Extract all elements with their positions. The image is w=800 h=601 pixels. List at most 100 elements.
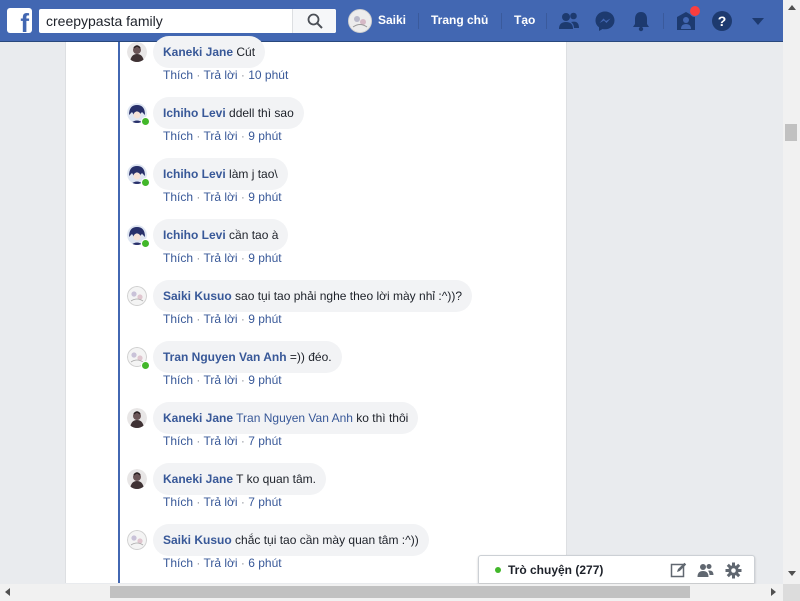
horizontal-scrollbar[interactable] [0,584,783,601]
comment-author[interactable]: Kaneki Jane [163,411,233,425]
like-link[interactable]: Thích [163,68,193,82]
like-link[interactable]: Thích [163,190,193,204]
reply-link[interactable]: Trả lời [203,312,237,326]
comment-text: chắc tụi tao cần mày quan tâm :^)) [235,533,419,547]
like-link[interactable]: Thích [163,129,193,143]
search-button[interactable] [292,9,336,33]
comment-actions: Thích · Trả lời · 9 phút [163,190,282,204]
settings-icon[interactable] [725,562,742,579]
online-status-dot [141,239,150,248]
account-menu-icon[interactable] [747,10,769,32]
comment-author[interactable]: Saiki Kusuo [163,289,232,303]
comment-author[interactable]: Saiki Kusuo [163,533,232,547]
reply-link[interactable]: Trả lời [203,68,237,82]
comment-text: T ko quan tâm. [236,472,316,486]
comment-timestamp[interactable]: 9 phút [248,373,281,387]
separator: · [193,556,204,570]
scroll-left-arrow-icon[interactable] [5,588,10,596]
separator: · [193,434,204,448]
comment-author[interactable]: Tran Nguyen Van Anh [163,350,287,364]
comment-author[interactable]: Ichiho Levi [163,106,226,120]
online-status-dot [141,178,150,187]
comment-bubble: Kaneki Jane Tran Nguyen Van Anh ko thì t… [153,402,419,434]
comment-bubble: Ichiho Levi cần tao à [153,219,289,251]
comment-timestamp[interactable]: 7 phút [248,495,281,509]
svg-text:?: ? [718,13,727,29]
avatar[interactable] [127,469,147,489]
separator: · [193,495,204,509]
separator: · [193,251,204,265]
comment-timestamp[interactable]: 9 phút [248,129,281,143]
comment-timestamp[interactable]: 7 phút [248,434,281,448]
like-link[interactable]: Thích [163,312,193,326]
comment-timestamp[interactable]: 9 phút [248,251,281,265]
comment-timestamp[interactable]: 6 phút [248,556,281,570]
reply-link[interactable]: Trả lời [203,556,237,570]
notification-badge [689,5,701,17]
profile-name: Saiki [378,13,407,27]
nav-divider [663,13,664,29]
comment-author[interactable]: Kaneki Jane [163,472,233,486]
comment-actions: Thích · Trả lời · 9 phút [163,251,282,265]
search-icon [307,13,323,29]
horizontal-scrollbar-thumb[interactable] [110,586,690,598]
comment-timestamp[interactable]: 9 phút [248,312,281,326]
comment-text: ddell thì sao [229,106,294,120]
avatar[interactable] [127,42,147,62]
compose-icon[interactable] [670,562,687,579]
search-input[interactable] [39,9,292,33]
comment-text: cần tao à [229,228,279,242]
facebook-logo-icon[interactable]: f [7,8,32,33]
comment-author[interactable]: Ichiho Levi [163,167,226,181]
create-link[interactable]: Tạo [514,13,535,27]
comment-timestamp[interactable]: 10 phút [248,68,288,82]
like-link[interactable]: Thích [163,434,193,448]
avatar[interactable] [127,286,147,306]
reply-link[interactable]: Trả lời [203,495,237,509]
nav-divider [546,13,547,29]
like-link[interactable]: Thích [163,251,193,265]
separator: · [237,434,249,448]
comment-actions: Thích · Trả lời · 7 phút [163,495,282,509]
like-link[interactable]: Thích [163,373,193,387]
comment-actions: Thích · Trả lời · 9 phút [163,312,282,326]
comment-bubble: Kaneki Jane T ko quan tâm. [153,463,326,495]
online-status-dot [141,117,150,126]
like-link[interactable]: Thích [163,495,193,509]
comment-timestamp[interactable]: 9 phút [248,190,281,204]
messenger-icon[interactable] [594,10,616,32]
reply-link[interactable]: Trả lời [203,373,237,387]
new-group-icon[interactable] [697,562,714,579]
search-box [39,9,336,33]
vertical-scrollbar[interactable] [783,0,800,584]
reply-link[interactable]: Trả lời [203,251,237,265]
scroll-down-arrow-icon[interactable] [788,571,796,576]
avatar [348,9,372,33]
comment-author[interactable]: Ichiho Levi [163,228,226,242]
comment-bubble: Ichiho Levi ddell thì sao [153,97,304,129]
scroll-right-arrow-icon[interactable] [771,588,776,596]
avatar[interactable] [127,530,147,550]
help-icon[interactable]: ? [711,10,733,32]
reply-link[interactable]: Trả lời [203,434,237,448]
scrollbar-corner [783,584,800,601]
reply-link[interactable]: Trả lời [203,129,237,143]
separator: · [193,373,204,387]
separator: · [193,190,204,204]
comment-text: Cút [236,45,256,59]
comment-actions: Thích · Trả lời · 9 phút [163,373,282,387]
comment-mention[interactable]: Tran Nguyen Van Anh [236,411,353,425]
chat-bar[interactable]: Trò chuyện (277) [478,555,755,583]
reply-thread-line [118,42,120,583]
avatar[interactable] [127,408,147,428]
comment-actions: Thích · Trả lời · 10 phút [163,68,288,82]
notifications-icon[interactable] [630,10,652,32]
home-link[interactable]: Trang chủ [431,13,488,27]
comment-author[interactable]: Kaneki Jane [163,45,233,59]
scroll-up-arrow-icon[interactable] [788,5,796,10]
separator: · [237,190,249,204]
friend-requests-icon[interactable] [558,10,580,32]
vertical-scrollbar-thumb[interactable] [785,124,797,141]
like-link[interactable]: Thích [163,556,193,570]
reply-link[interactable]: Trả lời [203,190,237,204]
